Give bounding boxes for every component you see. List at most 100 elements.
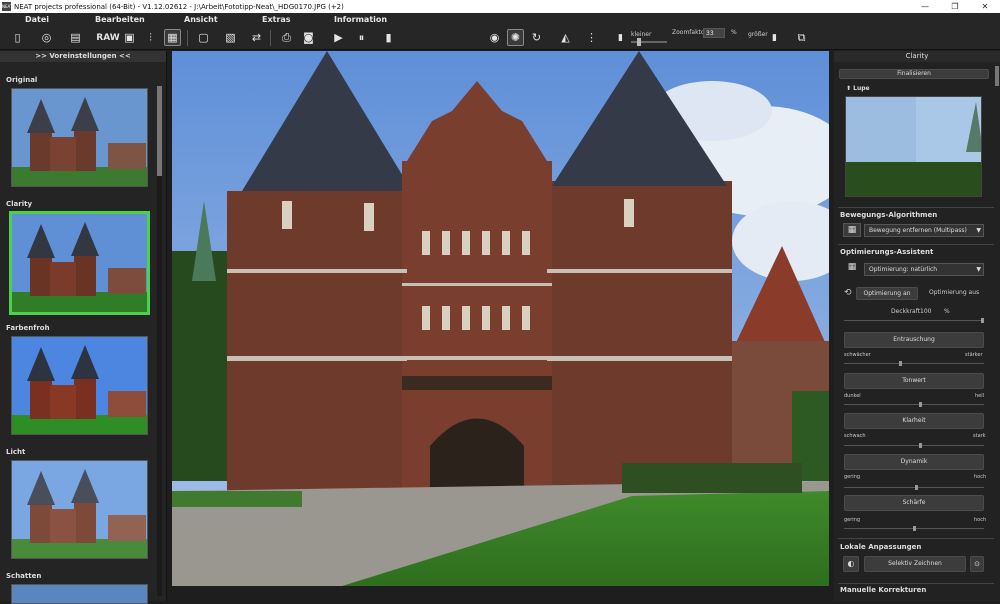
rotate-icon[interactable]: ↻ (528, 29, 545, 46)
deckkraft-slider[interactable] (844, 318, 984, 323)
schaerfe-button[interactable]: Schärfe (844, 495, 984, 511)
chevron-down-icon: ▼ (976, 266, 981, 273)
preset-thumbnail[interactable] (11, 88, 148, 187)
target-icon[interactable]: ⊙ (970, 556, 984, 572)
preset-thumbnail[interactable] (11, 336, 148, 435)
play-icon[interactable]: ▶ (330, 29, 347, 46)
close-button[interactable]: ✕ (970, 0, 1000, 13)
presets-panel: >> Voreinstellungen << Original Clarity … (0, 51, 167, 604)
motion-select-value: Bewegung entfernen (Multipass) (869, 227, 967, 234)
presets-header[interactable]: >> Voreinstellungen << (0, 51, 166, 62)
dynamik-min-label: gering (844, 474, 861, 480)
tonwert-min-label: dunkel (844, 393, 861, 399)
manual-corrections-title: Manuelle Korrekturen (840, 586, 927, 594)
preset-thumbnail[interactable] (11, 584, 148, 604)
minimize-button[interactable]: — (910, 0, 940, 13)
open-icon[interactable]: ◎ (38, 29, 55, 46)
menu-toolbar: Datei Bearbeiten Ansicht Extras Informat… (0, 13, 1000, 50)
menu-information[interactable]: Information (334, 15, 387, 24)
gallery-icon[interactable]: ▣ (121, 29, 138, 46)
menu-ansicht[interactable]: Ansicht (184, 15, 218, 24)
schaerfe-min-label: gering (844, 517, 861, 523)
camera-icon[interactable]: ◙ (300, 29, 317, 46)
zoom-out-icon[interactable]: ▮ (612, 29, 629, 46)
toggle-icon: ⟲ (844, 288, 852, 298)
entrauschung-button[interactable]: Entrauschung (844, 332, 984, 348)
panel-title: Clarity (834, 51, 1000, 62)
compare-icon[interactable]: ⇄ (248, 29, 265, 46)
deckkraft-label: Deckkraft (891, 308, 921, 315)
title-bar: NEAT NEAT projects professional (64-Bit)… (0, 0, 1000, 13)
zoom-smaller-label: kleiner (631, 31, 652, 38)
tonwert-slider[interactable] (844, 402, 984, 407)
tonwert-label: Tonwert (902, 377, 926, 384)
settings-scrollbar[interactable] (995, 66, 999, 86)
export-icon[interactable]: ▧ (222, 29, 239, 46)
preset-name: Farbenfroh (6, 324, 50, 332)
tonwert-button[interactable]: Tonwert (844, 373, 984, 389)
klarheit-slider[interactable] (844, 443, 984, 448)
zoom-value-input[interactable]: 33 (703, 28, 725, 38)
main-image-view[interactable] (172, 51, 829, 586)
klarheit-min-label: schwach (844, 433, 866, 439)
grid-view-icon[interactable]: ▦ (164, 29, 181, 46)
maximize-button[interactable]: ❐ (940, 0, 970, 13)
finalize-button[interactable]: Finalisieren (839, 69, 989, 79)
menu-bearbeiten[interactable]: Bearbeiten (95, 15, 145, 24)
holstentor-photo (172, 51, 829, 586)
dynamik-label: Dynamik (900, 458, 928, 465)
dynamik-button[interactable]: Dynamik (844, 454, 984, 470)
brightness-icon[interactable]: ✺ (507, 29, 524, 46)
dynamik-slider[interactable] (844, 485, 984, 490)
local-adjustments-title: Lokale Anpassungen (840, 543, 922, 551)
chevron-down-icon: ▼ (976, 227, 981, 234)
optimization-select[interactable]: Optimierung: natürlich ▼ (864, 263, 984, 276)
dynamik-max-label: hoch (974, 474, 987, 480)
flip-icon[interactable]: ◭ (557, 29, 574, 46)
sliders-icon[interactable]: ⫶ (142, 29, 159, 46)
print-icon[interactable]: ⎙ (278, 29, 295, 46)
window-controls: — ❐ ✕ (910, 0, 1000, 13)
settings-panel: Clarity Finalisieren ⬆ Lupe Bewegungs-Al… (834, 51, 1000, 601)
entrauschung-slider[interactable] (844, 361, 984, 366)
pause-icon[interactable]: ⏸ (353, 29, 370, 46)
deckkraft-unit: % (944, 308, 950, 315)
preset-name: Clarity (6, 200, 33, 208)
menu-datei[interactable]: Datei (25, 15, 49, 24)
optimization-off-button[interactable]: Optimierung aus (929, 289, 979, 296)
preset-thumbnail-selected[interactable] (9, 211, 150, 315)
magnifier-preview (845, 96, 982, 197)
menu-extras[interactable]: Extras (262, 15, 291, 24)
tonwert-max-label: hell (975, 393, 985, 399)
zoom-unit: % (731, 29, 737, 36)
half-circle-icon[interactable]: ◐ (843, 556, 859, 572)
zoom-in-icon[interactable]: ▮ (766, 29, 783, 46)
lupe-label: ⬆ Lupe (846, 85, 870, 92)
more-icon[interactable]: ⋮ (583, 29, 600, 46)
preset-thumbnail[interactable] (11, 460, 148, 559)
motion-section-title: Bewegungs-Algorithmen (840, 211, 938, 219)
zoom-slider[interactable] (631, 38, 667, 46)
zoom-larger-label: größer (748, 31, 768, 38)
selective-draw-button[interactable]: Selektiv Zeichnen (864, 556, 966, 572)
deckkraft-value[interactable]: 100 (920, 308, 931, 315)
schaerfe-slider[interactable] (844, 526, 984, 531)
save-icon[interactable]: ▢ (195, 29, 212, 46)
preset-name: Licht (6, 448, 26, 456)
lupe-text: Lupe (853, 85, 870, 92)
crop-icon[interactable]: ⧉ (793, 29, 810, 46)
new-file-icon[interactable]: ▯ (9, 29, 26, 46)
optimization-select-value: Optimierung: natürlich (869, 266, 938, 273)
zoom-label: Zoomfaktor (672, 29, 708, 36)
batch-icon[interactable]: ▤ (67, 29, 84, 46)
selective-draw-label: Selektiv Zeichnen (888, 560, 942, 567)
app-icon: NEAT (2, 2, 13, 11)
klarheit-button[interactable]: Klarheit (844, 413, 984, 429)
optimization-on-button[interactable]: Optimierung an (856, 287, 918, 300)
eye-icon[interactable]: ◉ (486, 29, 503, 46)
histogram-icon[interactable]: ▮ (380, 29, 397, 46)
motion-select[interactable]: Bewegung entfernen (Multipass) ▼ (864, 224, 984, 237)
preset-name: Original (6, 76, 38, 84)
presets-scrollbar[interactable] (157, 86, 162, 596)
raw-button[interactable]: RAW (96, 29, 119, 46)
